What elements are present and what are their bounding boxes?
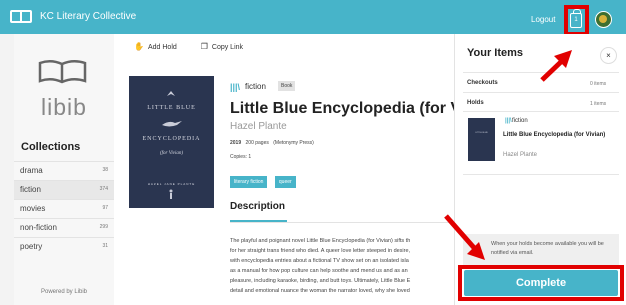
arrow-to-complete xyxy=(444,214,478,252)
annotation-arrows xyxy=(444,50,572,260)
